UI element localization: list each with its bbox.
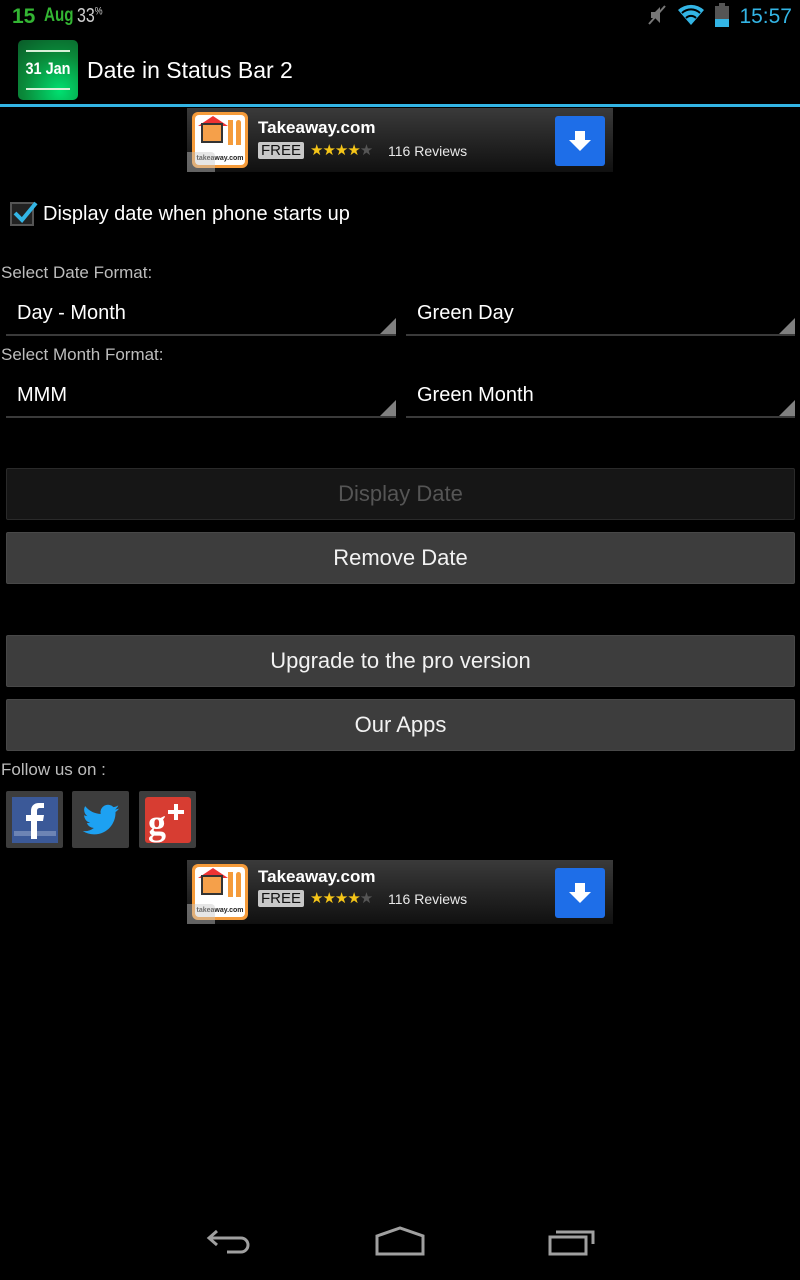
ad-info-icon[interactable] (187, 904, 215, 924)
ad-rating-stars: ★★★★★ (310, 890, 373, 907)
action-bar-divider (0, 104, 800, 107)
facebook-button[interactable] (6, 791, 63, 848)
recent-apps-icon (548, 1230, 595, 1256)
checkmark-icon (13, 201, 38, 223)
back-icon (206, 1229, 250, 1254)
ad-reviews: 116 Reviews (388, 891, 468, 907)
home-icon (375, 1226, 425, 1256)
date-format-value: Day - Month (17, 302, 126, 324)
back-button[interactable] (205, 1226, 253, 1261)
app-icon-text: 31 Jan (25, 59, 71, 78)
startup-checkbox-row[interactable]: Display date when phone starts up (10, 201, 350, 226)
month-color-spinner[interactable]: Green Month (406, 378, 795, 418)
mute-icon (647, 4, 667, 31)
startup-checkbox-label: Display date when phone starts up (43, 202, 350, 225)
status-day: 15 (12, 5, 36, 28)
date-color-value: Green Day (417, 302, 514, 324)
spinner-arrow-icon (779, 400, 795, 416)
google-plus-button[interactable]: g (139, 791, 196, 848)
google-plus-icon: g (144, 796, 191, 843)
upgrade-pro-button[interactable]: Upgrade to the pro version (6, 635, 795, 687)
ad-rating-stars: ★★★★★ (310, 142, 373, 159)
status-battery-percent: 33% (77, 5, 103, 27)
spinner-arrow-icon (380, 400, 396, 416)
month-format-spinner[interactable]: MMM (6, 378, 396, 418)
ad-reviews: 116 Reviews (388, 143, 468, 159)
ad-download-button[interactable] (555, 116, 605, 166)
follow-us-label: Follow us on : (1, 760, 106, 779)
remove-date-button[interactable]: Remove Date (6, 532, 795, 584)
ad-info-icon[interactable] (187, 152, 215, 172)
date-color-spinner[interactable]: Green Day (406, 296, 795, 336)
ad-banner-bottom[interactable]: takeaway.com Takeaway.com FREE ★★★★★ 116… (187, 860, 613, 924)
ad-title: Takeaway.com (258, 867, 376, 886)
ad-price-badge: FREE (258, 142, 305, 159)
month-color-value: Green Month (417, 384, 534, 406)
download-arrow-icon (569, 131, 591, 151)
battery-icon (715, 2, 730, 32)
ad-banner-top[interactable]: takeaway.com Takeaway.com FREE ★★★★★ 116… (187, 108, 613, 172)
startup-checkbox[interactable] (10, 201, 38, 226)
month-format-value: MMM (17, 384, 67, 406)
ad-price-badge: FREE (258, 890, 305, 907)
date-format-spinner[interactable]: Day - Month (6, 296, 396, 336)
app-icon[interactable]: 31 Jan (18, 40, 78, 100)
svg-text:g: g (148, 803, 166, 843)
month-format-label: Select Month Format: (1, 345, 164, 364)
spinner-arrow-icon (380, 318, 396, 334)
date-format-label: Select Date Format: (1, 263, 153, 282)
home-button[interactable] (375, 1226, 425, 1261)
download-arrow-icon (569, 883, 591, 903)
spinner-arrow-icon (779, 318, 795, 334)
ad-title: Takeaway.com (258, 118, 376, 137)
ad-download-button[interactable] (555, 868, 605, 918)
navigation-bar (0, 1208, 800, 1280)
action-bar: 31 Jan Date in Status Bar 2 (0, 34, 800, 105)
status-month: Aug (44, 5, 74, 26)
status-bar: 15 Aug 33% 15:57 (0, 0, 800, 34)
twitter-button[interactable] (72, 791, 129, 848)
app-title: Date in Status Bar 2 (87, 57, 293, 83)
twitter-icon (82, 804, 119, 834)
wifi-icon (677, 4, 705, 31)
facebook-icon (11, 796, 58, 843)
status-time: 15:57 (739, 5, 792, 28)
recent-apps-button[interactable] (548, 1226, 596, 1261)
our-apps-button[interactable]: Our Apps (6, 699, 795, 751)
display-date-button[interactable]: Display Date (6, 468, 795, 520)
